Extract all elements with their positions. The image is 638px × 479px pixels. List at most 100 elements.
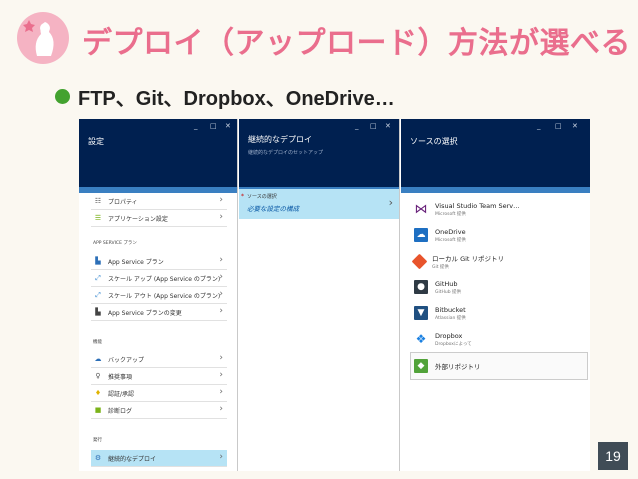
maximize-icon[interactable]: □	[555, 122, 562, 130]
properties-icon: ☷	[94, 197, 102, 205]
blade-header: _ □ ✕ ソースの選択	[401, 119, 590, 187]
minimize-icon[interactable]: _	[194, 122, 198, 130]
close-icon[interactable]: ✕	[385, 122, 391, 130]
continuous-deploy-blade: _ □ ✕ 継続的なデプロイ 継続的なデプロイのセットアップ * ソースの選択 …	[239, 119, 400, 471]
chevron-right-icon: ›	[219, 404, 223, 414]
source-name: Dropbox	[435, 331, 463, 340]
chevron-right-icon: ›	[219, 289, 223, 299]
chevron-right-icon: ›	[219, 272, 223, 282]
bitbucket-icon: ▼	[414, 306, 428, 320]
source-github[interactable]: ● GitHub GitHub 提供	[414, 274, 584, 300]
chevron-right-icon: ›	[388, 196, 393, 209]
source-name: ローカル Git リポジトリ	[432, 254, 505, 263]
onedrive-icon: ☁	[414, 228, 428, 242]
external-repo-icon: ◆	[414, 359, 428, 373]
chevron-right-icon: ›	[219, 195, 223, 205]
menu-item-label: App Service プランの変更	[108, 309, 182, 317]
git-icon	[411, 253, 428, 269]
menu-item-diagnostics-log[interactable]: ■ 診断ログ ›	[91, 402, 227, 419]
bullet-text: FTP、Git、Dropbox、OneDrive…	[78, 88, 395, 110]
change-plan-icon: ▙	[95, 308, 101, 316]
choose-source-item[interactable]: * ソースの選択 必要な設定の構成 ›	[239, 189, 399, 219]
source-name: GitHub	[435, 279, 458, 288]
maximize-icon[interactable]: □	[210, 122, 217, 130]
section-header: 発行	[93, 438, 102, 443]
menu-item-change-plan[interactable]: ▙ App Service プランの変更 ›	[91, 304, 227, 321]
chevron-right-icon: ›	[219, 387, 223, 397]
chevron-right-icon: ›	[219, 452, 223, 462]
azure-portal-screenshot: _ □ ✕ 設定 ☷ プロパティ › ☰ アプリケーション設定 › APP SE…	[79, 119, 590, 471]
app-service-plan-icon: ▙	[95, 257, 101, 265]
blade-header: _ □ ✕ 継続的なデプロイ 継続的なデプロイのセットアップ	[239, 119, 399, 187]
close-icon[interactable]: ✕	[572, 122, 578, 130]
menu-item-label: 継続的なデプロイ	[108, 455, 157, 463]
dropbox-icon: ❖	[414, 332, 428, 346]
source-external-repo[interactable]: ◆ 外部リポジトリ	[410, 352, 588, 380]
menu-item-label: 推奨事項	[108, 373, 133, 381]
source-desc: GitHub 提供	[435, 289, 462, 295]
choose-source-status: 必要な設定の構成	[247, 205, 299, 213]
logo-icon	[17, 12, 69, 64]
choose-source-blade: _ □ ✕ ソースの選択 ⋈ Visual Studio Team Serv… …	[401, 119, 590, 471]
close-icon[interactable]: ✕	[225, 122, 231, 130]
chevron-right-icon: ›	[219, 306, 223, 316]
source-name: Visual Studio Team Serv…	[435, 201, 520, 210]
recommendations-icon: ♀	[95, 372, 101, 380]
menu-item-label: プロパティ	[108, 198, 138, 206]
source-desc: Atlassian 提供	[435, 315, 466, 321]
blade-subtitle: 継続的なデプロイのセットアップ	[248, 150, 324, 156]
source-onedrive[interactable]: ☁ OneDrive Microsoft 提供	[414, 222, 584, 248]
menu-item-label: スケール アウト (App Service のプラン)	[108, 292, 221, 300]
source-desc: Microsoft 提供	[435, 237, 466, 243]
blade-band	[401, 187, 590, 193]
backup-icon: ☁	[94, 355, 102, 363]
source-name: 外部リポジトリ	[435, 363, 481, 371]
source-local-git[interactable]: ローカル Git リポジトリ Git 提供	[411, 248, 584, 274]
source-bitbucket[interactable]: ▼ Bitbucket Atlassian 提供	[414, 300, 584, 326]
source-desc: Git 提供	[432, 264, 449, 270]
slide-title: デプロイ（アップロード）方法が選べる	[82, 26, 631, 61]
continuous-deploy-icon: ⚙	[94, 454, 102, 462]
choose-source-label: ソースの選択	[247, 194, 277, 200]
menu-item-properties[interactable]: ☷ プロパティ ›	[91, 193, 227, 210]
source-dropbox[interactable]: ❖ Dropbox Dropboxによって	[414, 326, 584, 352]
menu-item-continuous-deploy[interactable]: ⚙ 継続的なデプロイ ›	[91, 450, 227, 467]
blade-title: 継続的なデプロイ	[248, 135, 312, 144]
chevron-right-icon: ›	[219, 212, 223, 222]
source-name: OneDrive	[435, 227, 466, 236]
app-settings-icon: ☰	[94, 214, 102, 222]
menu-item-label: 診断ログ	[108, 407, 133, 415]
required-icon: *	[241, 193, 244, 200]
section-header: 機能	[93, 340, 102, 345]
bullet-icon	[55, 89, 70, 104]
page-number: 19	[598, 442, 628, 470]
menu-item-backup[interactable]: ☁ バックアップ ›	[91, 351, 227, 368]
source-desc: Microsoft 提供	[435, 211, 466, 217]
section-header: APP SERVICE プラン	[93, 241, 137, 246]
menu-item-recommendations[interactable]: ♀ 推奨事項 ›	[91, 368, 227, 385]
scale-up-icon: ⤢	[95, 274, 101, 282]
maximize-icon[interactable]: □	[370, 122, 377, 130]
chevron-right-icon: ›	[219, 255, 223, 265]
menu-item-app-settings[interactable]: ☰ アプリケーション設定 ›	[91, 210, 227, 227]
blade-header: _ □ ✕ 設定	[79, 119, 237, 187]
menu-item-scale-up[interactable]: ⤢ スケール アップ (App Service のプラン) ›	[91, 270, 227, 287]
menu-item-auth[interactable]: ♦ 認証/承認 ›	[91, 385, 227, 402]
bullet-row: FTP、Git、Dropbox、OneDrive…	[55, 82, 395, 111]
diagnostics-log-icon: ■	[94, 406, 102, 414]
menu-item-label: スケール アップ (App Service のプラン)	[108, 275, 221, 283]
chevron-right-icon: ›	[219, 353, 223, 363]
github-icon: ●	[414, 280, 428, 294]
menu-item-label: App Service プラン	[108, 258, 164, 266]
menu-item-app-service-plan[interactable]: ▙ App Service プラン ›	[91, 253, 227, 270]
menu-item-label: アプリケーション設定	[108, 215, 168, 223]
source-visual-studio[interactable]: ⋈ Visual Studio Team Serv… Microsoft 提供	[414, 196, 584, 222]
minimize-icon[interactable]: _	[355, 122, 359, 130]
visual-studio-icon: ⋈	[414, 201, 428, 217]
menu-item-label: 認証/承認	[108, 390, 135, 398]
blade-title: 設定	[88, 137, 104, 146]
minimize-icon[interactable]: _	[537, 122, 541, 130]
menu-item-scale-out[interactable]: ⤢ スケール アウト (App Service のプラン) ›	[91, 287, 227, 304]
source-name: Bitbucket	[435, 305, 466, 314]
chevron-right-icon: ›	[219, 370, 223, 380]
